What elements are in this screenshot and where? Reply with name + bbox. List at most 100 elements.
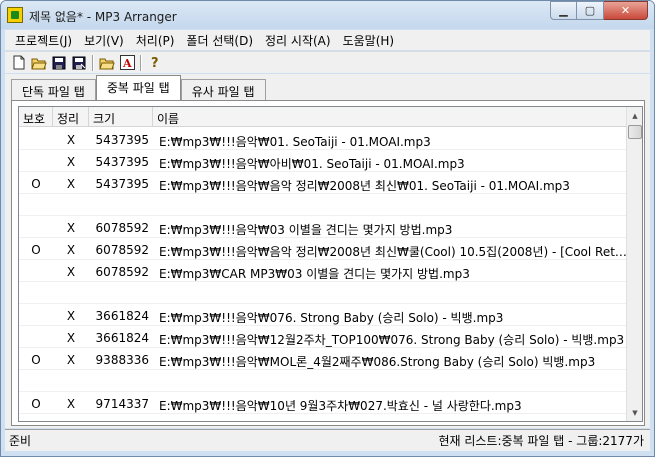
cell-size: 9388336: [95, 353, 149, 367]
column-header-protect[interactable]: 보호: [19, 107, 53, 127]
tab-duplicate-files[interactable]: 중복 파일 탭: [95, 75, 181, 100]
cell-protect: [19, 326, 53, 348]
menu-start-arrange[interactable]: 정리 시작(A): [259, 32, 337, 49]
save-as-button[interactable]: [69, 53, 89, 72]
text-button[interactable]: A: [117, 53, 137, 72]
cell-arrange: [53, 370, 89, 392]
cell-name: E:₩mp3₩!!!음악₩01. SeoTaiji - 01.MOAI.mp3: [159, 135, 431, 149]
cell-protect: [19, 370, 53, 392]
menu-bar: 프로젝트(J) 보기(V) 처리(P) 폴더 선택(D) 정리 시작(A) 도움…: [5, 30, 650, 50]
table-row[interactable]: [19, 370, 628, 392]
cell-size: 3661824: [95, 331, 149, 345]
list-header: 보호 정리 크기 이름: [19, 107, 628, 127]
save-button[interactable]: [49, 53, 69, 72]
column-header-arrange[interactable]: 정리: [53, 107, 89, 127]
save-as-icon: [72, 56, 86, 69]
cell-arrange: X: [66, 265, 76, 279]
minimize-button[interactable]: ▁: [550, 1, 577, 20]
column-header-size[interactable]: 크기: [89, 107, 153, 127]
menu-help[interactable]: 도움말(H): [337, 32, 401, 49]
table-row[interactable]: X 5437395 E:₩mp3₩!!!음악₩01. SeoTaiji - 01.M…: [19, 128, 628, 150]
cell-name: E:₩mp3₩!!!음악₩MOL론_4월2째주₩086.Strong Baby …: [159, 355, 596, 369]
cell-arrange: [53, 194, 89, 216]
app-icon[interactable]: [7, 7, 23, 23]
cell-name: E:₩mp3₩!!!음악₩12월2주차_TOP100₩076. Strong B…: [159, 333, 625, 347]
cell-size: 5437395: [95, 133, 149, 147]
table-row[interactable]: O X 5437395 E:₩mp3₩!!!음악₩음악 정리₩2008년 최신₩01.…: [19, 172, 628, 194]
minimize-icon: ▁: [559, 4, 568, 17]
cell-arrange: [53, 282, 89, 304]
table-row[interactable]: [19, 282, 628, 304]
cell-arrange: X: [66, 133, 76, 147]
cell-protect: O: [31, 397, 41, 411]
new-file-icon: [13, 55, 25, 70]
table-row[interactable]: X 3661824 E:₩mp3₩!!!음악₩076. Strong Baby (승…: [19, 304, 628, 326]
svg-text:A: A: [122, 57, 132, 70]
table-row[interactable]: O X 9714337 E:₩mp3₩!!!음악₩10년 9월3주차₩027.박효신 …: [19, 392, 628, 414]
cell-size: 6078592: [95, 243, 149, 257]
close-button[interactable]: ✕: [604, 1, 648, 20]
current-list-status: 현재 리스트:중복 파일 탭 - 그룹:2177가: [438, 434, 644, 448]
status-bar: 준비 현재 리스트:중복 파일 탭 - 그룹:2177가: [5, 429, 650, 451]
menu-process[interactable]: 처리(P): [130, 32, 181, 49]
app-window: 제목 없음* - MP3 Arranger ▁ ▢ ✕ 프로젝트(J) 보기(V…: [0, 0, 655, 457]
list-rows: X 5437395 E:₩mp3₩!!!음악₩01. SeoTaiji - 01.M…: [19, 128, 628, 421]
cell-arrange: X: [53, 414, 89, 421]
table-row[interactable]: [19, 194, 628, 216]
table-row[interactable]: X9714337E:₩mp3₩CAR MP3₩027.박효신 - 널 사랑한다.…: [19, 414, 628, 421]
table-row[interactable]: X 6078592 E:₩mp3₩!!!음악₩03 이별을 견디는 몇가지 방법.m…: [19, 216, 628, 238]
svg-text:?: ?: [151, 56, 159, 70]
duplicate-file-list[interactable]: 보호 정리 크기 이름 X 5437395 E:₩mp3₩!!!음악₩01. Seo…: [18, 106, 643, 422]
scroll-up-icon[interactable]: ▲: [627, 107, 642, 124]
help-button[interactable]: ?: [145, 53, 165, 72]
scroll-thumb[interactable]: [628, 125, 642, 139]
toolbar-separator: [92, 54, 94, 71]
maximize-icon: ▢: [584, 4, 596, 17]
cell-arrange: X: [66, 221, 76, 235]
cell-name: E:₩mp3₩!!!음악₩076. Strong Baby (승리 Solo) …: [159, 311, 504, 325]
cell-name: E:₩mp3₩CAR MP3₩027.박효신 - 널 사랑한다.mp3: [153, 414, 628, 421]
tab-similar-files[interactable]: 유사 파일 탭: [180, 79, 266, 100]
text-a-icon: A: [119, 55, 135, 70]
cell-protect: [19, 282, 53, 304]
cell-size: 9714337: [89, 414, 153, 421]
tab-single-files[interactable]: 단독 파일 탭: [11, 79, 96, 100]
status-text: 준비: [9, 434, 32, 448]
cell-protect: O: [31, 243, 41, 257]
menu-view[interactable]: 보기(V): [78, 32, 130, 49]
cell-arrange: X: [66, 331, 76, 345]
open-button[interactable]: [29, 53, 49, 72]
cell-arrange: X: [66, 243, 76, 257]
folder-select-button[interactable]: [97, 53, 117, 72]
tab-panel: 보호 정리 크기 이름 X 5437395 E:₩mp3₩!!!음악₩01. Seo…: [11, 100, 645, 426]
cell-protect: [19, 260, 53, 282]
cell-name: E:₩mp3₩CAR MP3₩03 이별을 견디는 몇가지 방법.mp3: [159, 267, 470, 281]
close-icon: ✕: [620, 4, 631, 17]
cell-protect: [19, 150, 53, 172]
window-title: 제목 없음* - MP3 Arranger: [29, 10, 177, 24]
cell-size: 6078592: [95, 221, 149, 235]
cell-size: 5437395: [95, 177, 149, 191]
table-row[interactable]: X 3661824 E:₩mp3₩!!!음악₩12월2주차_TOP100₩076. …: [19, 326, 628, 348]
help-icon: ?: [151, 56, 159, 70]
table-row[interactable]: O X 6078592 E:₩mp3₩!!!음악₩음악 정리₩2008년 최신₩쿨(C…: [19, 238, 628, 260]
cell-name: E:₩mp3₩!!!음악₩10년 9월3주차₩027.박효신 - 널 사랑한다.…: [159, 399, 522, 413]
table-row[interactable]: X 5437395 E:₩mp3₩!!!음악₩아비₩01. SeoTaiji - 0…: [19, 150, 628, 172]
cell-name: E:₩mp3₩!!!음악₩아비₩01. SeoTaiji - 01.MOAI.m…: [159, 157, 465, 171]
cell-protect: [19, 304, 53, 326]
maximize-button[interactable]: ▢: [577, 1, 604, 20]
toolbar-separator: [140, 54, 142, 71]
cell-name: [153, 194, 628, 216]
menu-project[interactable]: 프로젝트(J): [9, 32, 78, 49]
cell-protect: O: [31, 177, 41, 191]
new-file-button[interactable]: [9, 53, 29, 72]
title-bar[interactable]: 제목 없음* - MP3 Arranger ▁ ▢ ✕: [1, 1, 654, 29]
table-row[interactable]: O X 9388336 E:₩mp3₩!!!음악₩MOL론_4월2째주₩086.Str…: [19, 348, 628, 370]
cell-protect: [19, 128, 53, 150]
scroll-down-icon[interactable]: ▼: [627, 404, 642, 421]
menu-folder-select[interactable]: 폴더 선택(D): [180, 32, 259, 49]
cell-size: [89, 194, 153, 216]
vertical-scrollbar[interactable]: ▲ ▼: [626, 107, 642, 421]
column-header-name[interactable]: 이름: [153, 107, 628, 127]
table-row[interactable]: X 6078592 E:₩mp3₩CAR MP3₩03 이별을 견디는 몇가지 방법…: [19, 260, 628, 282]
